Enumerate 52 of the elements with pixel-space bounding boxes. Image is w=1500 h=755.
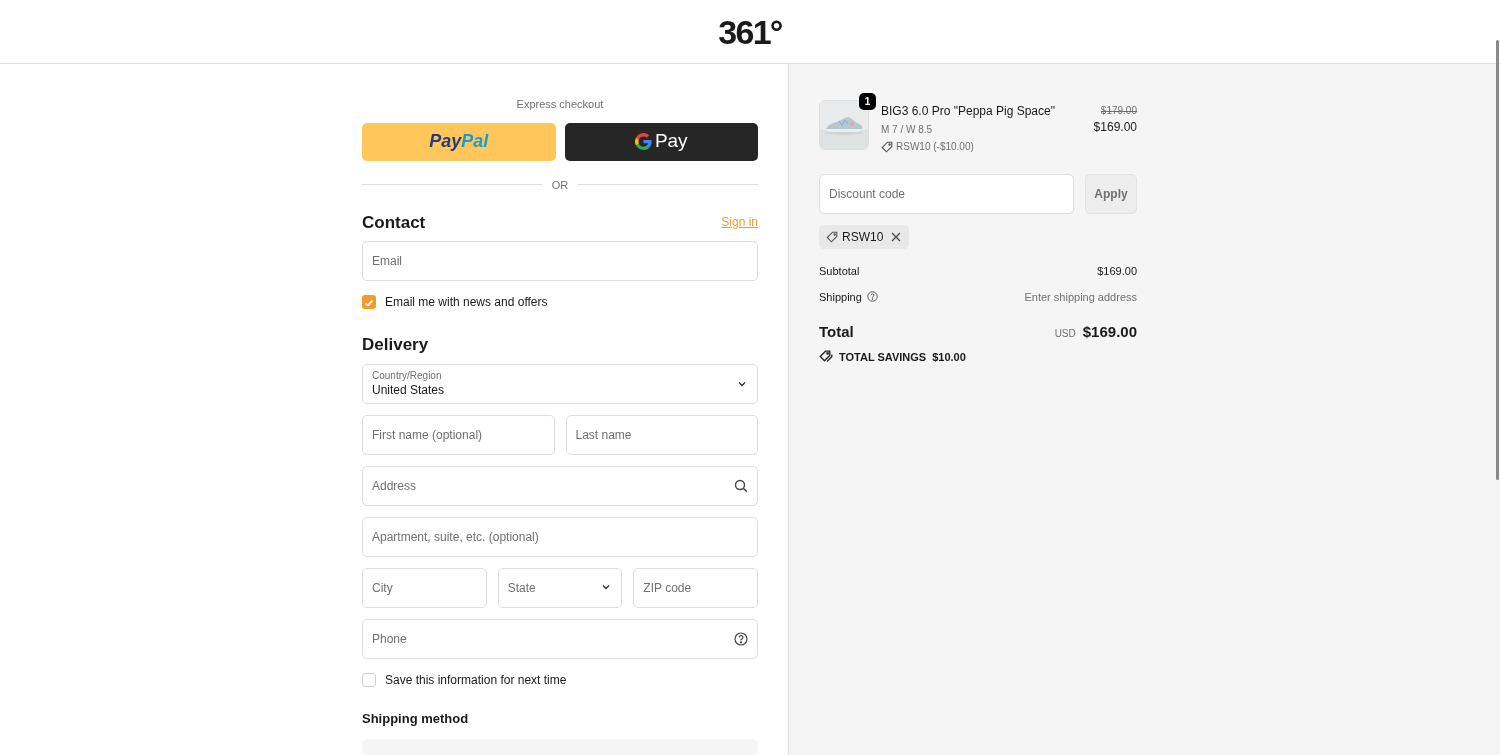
checkmark-icon (365, 298, 373, 306)
input-field[interactable]: Email (362, 241, 758, 281)
help-icon (734, 632, 748, 646)
summary-value: $169.00 (1097, 264, 1137, 279)
field-label: Country/Region (372, 370, 443, 383)
price: $169.00 (1093, 119, 1137, 136)
section-label: Express checkout (515, 97, 605, 112)
checkbox-label: Save this information for next time (385, 672, 567, 689)
checkbox[interactable] (362, 673, 376, 687)
input-field[interactable]: Discount code (819, 174, 1074, 214)
discount-code: RSW10 (842, 229, 884, 246)
divider-label: OR (551, 177, 569, 193)
currency-code: USD (1054, 327, 1076, 341)
input-field[interactable]: ZIP code (633, 568, 758, 608)
product-name: BIG3 6.0 Pro "Peppa Pig Space" (881, 103, 1056, 120)
tags-icon (819, 350, 833, 364)
section-heading: Shipping method (362, 710, 470, 728)
checkbox[interactable] (362, 295, 376, 309)
product-variant: M 7 / W 8.5 (881, 123, 934, 137)
tag-icon (826, 231, 838, 243)
apply-button[interactable]: Apply (1085, 174, 1137, 214)
input-field[interactable]: Last name (565, 415, 758, 455)
total-value: $169.00 (1082, 322, 1137, 342)
paypal-button[interactable]: PayPal (362, 122, 556, 161)
section-heading: Contact (362, 214, 426, 231)
select-field[interactable]: Country/Region United States (362, 364, 758, 404)
google-pay-button[interactable]: Pay (564, 122, 758, 161)
select-field[interactable]: State (497, 568, 623, 608)
total-label: Total (819, 322, 854, 342)
input-field[interactable]: Phone (362, 619, 758, 659)
input-field[interactable]: Apartment, suite, etc. (optional) (362, 517, 758, 557)
field-value: United States (372, 382, 446, 398)
checkbox-label: Email me with news and offers (385, 294, 548, 311)
help-icon (866, 291, 878, 303)
logo[interactable]: 361° (718, 14, 782, 49)
summary-label: Subtotal (819, 264, 860, 279)
remove-button[interactable] (890, 231, 903, 243)
section-heading: Delivery (362, 336, 430, 353)
savings-label: TOTAL SAVINGS (839, 349, 927, 365)
input-field[interactable]: First name (optional) (362, 415, 555, 455)
scrollbar-thumb[interactable] (1496, 40, 1499, 480)
original-price: $179.00 (1100, 104, 1137, 118)
input-field[interactable]: City (362, 568, 487, 608)
savings-value: $10.00 (932, 349, 966, 365)
discount-text: RSW10 (-$10.00) (896, 140, 974, 154)
summary-label: Shipping (819, 289, 862, 305)
quantity-badge: 1 (859, 93, 876, 110)
tag-icon (881, 140, 893, 153)
google-g-icon (634, 133, 652, 150)
summary-value: Enter shipping address (1024, 289, 1137, 305)
input-field[interactable]: Address (362, 466, 758, 506)
search-icon (734, 479, 748, 493)
